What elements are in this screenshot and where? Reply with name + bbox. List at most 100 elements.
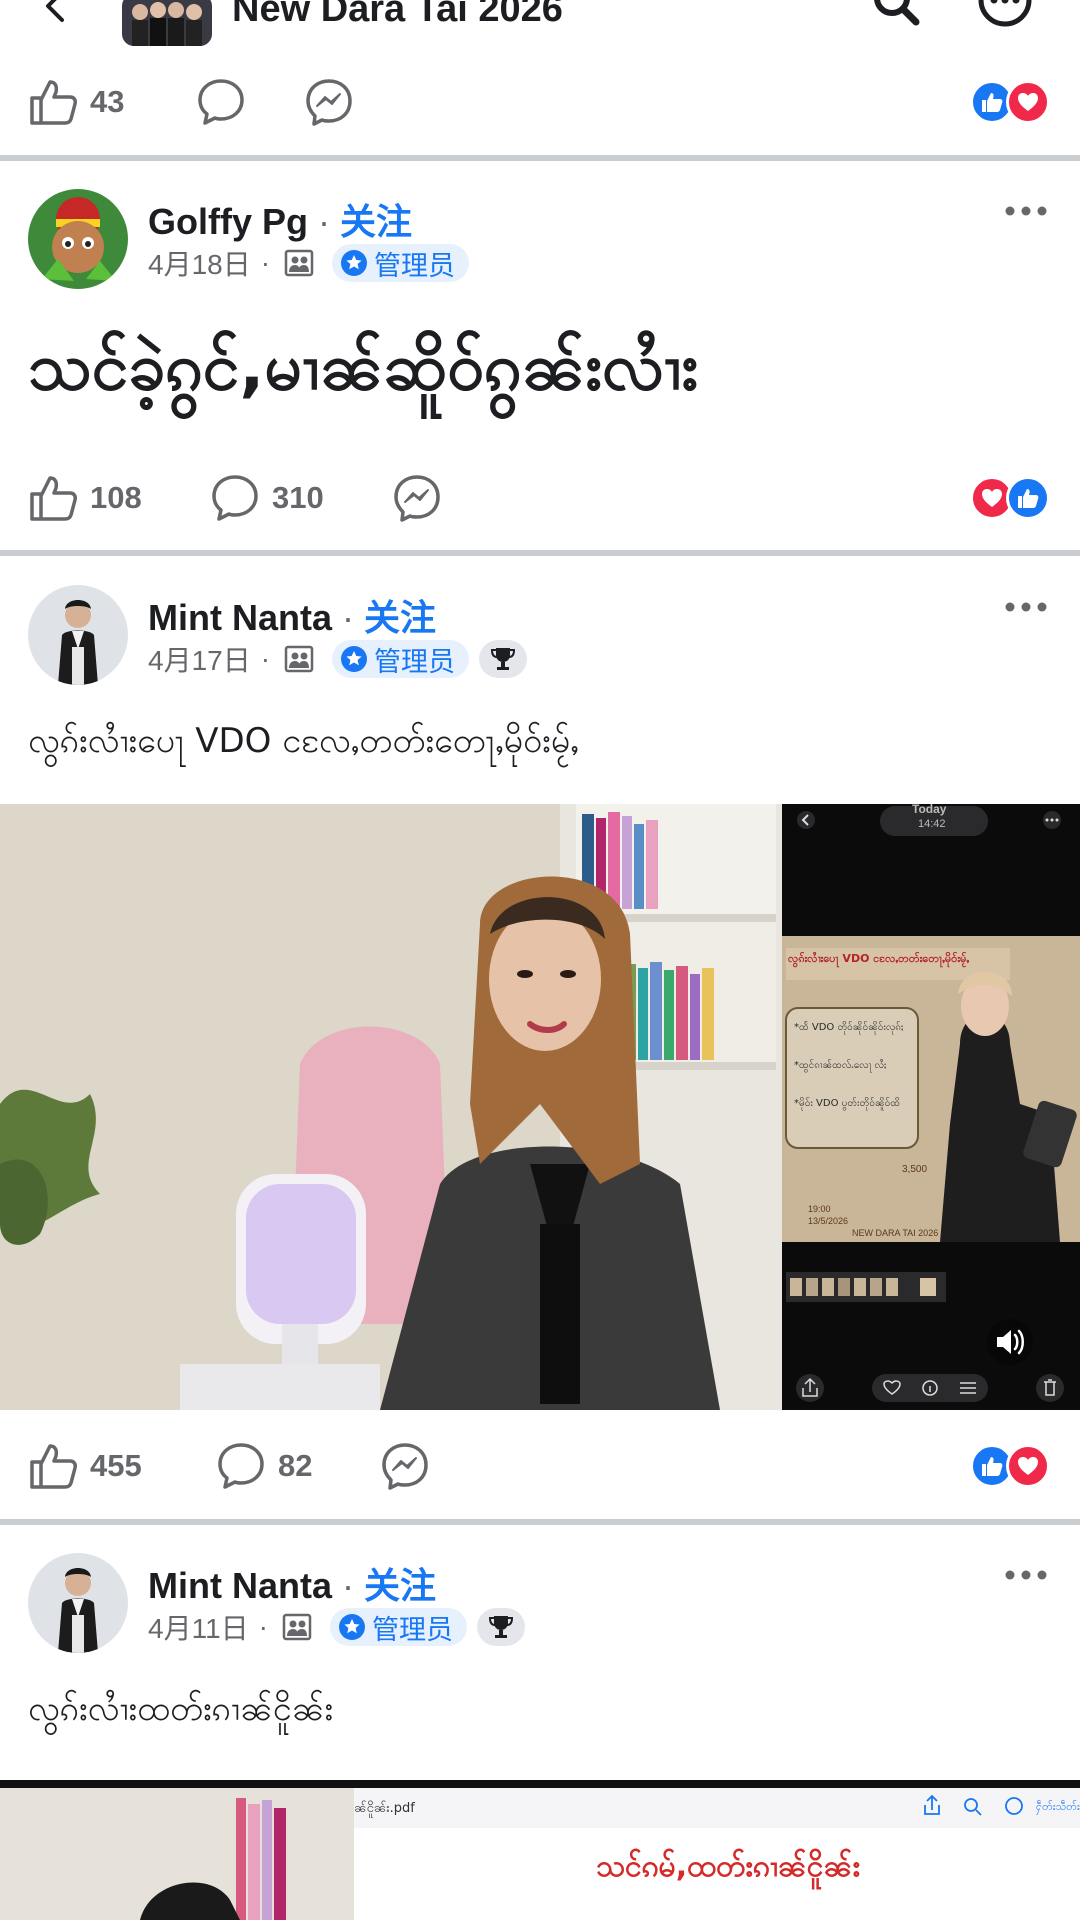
post-divider <box>0 155 1080 161</box>
follow-link[interactable]: 关注 <box>364 1565 436 1606</box>
like-button[interactable]: 43 <box>28 62 124 142</box>
top-contributor-badge[interactable] <box>479 640 528 678</box>
post-date[interactable]: 4月17日 <box>148 639 251 679</box>
top-bar: New Dara Tai 2026 <box>0 0 1080 50</box>
post-actions: 108 310 <box>0 458 1080 538</box>
poster-date: 13/5/2026 <box>808 1216 849 1226</box>
post-divider <box>0 1519 1080 1525</box>
phone-header: Today <box>912 804 947 816</box>
post-options-icon[interactable] <box>1004 1565 1048 1585</box>
author-line: Mint Nanta · 关注 <box>148 589 436 641</box>
post-header: Mint Nanta · 关注 4月11日 · 管理员 <box>0 1553 1080 1663</box>
top-contributor-badge[interactable] <box>476 1608 525 1646</box>
admin-badge[interactable]: 管理员 <box>332 640 470 678</box>
admin-star-icon <box>341 250 368 276</box>
post-text: သင်ခဲ့ၵွင်,မၢၼ်ဆိူဝ်ၵွၼ်းလၢႆး <box>28 328 699 405</box>
like-reaction-icon <box>1006 476 1050 520</box>
post-date[interactable]: 4月11日 <box>148 1607 249 1647</box>
phone-back-icon <box>797 811 815 829</box>
comment-button[interactable]: 310 <box>210 458 324 538</box>
doc-filename: ၼ်ငိူၼ်း.pdf <box>354 1801 415 1816</box>
volume-icon[interactable] <box>986 1318 1034 1366</box>
messenger-icon <box>306 79 352 126</box>
love-reaction-icon <box>1006 1444 1050 1488</box>
poster-line: *ထွင်ၵၢၼ်ထလ်ႉလေႃ လႆႈ <box>794 1060 887 1071</box>
author-name[interactable]: Mint Nanta <box>148 1565 332 1606</box>
post-text: လွၵ်းလၢႆးထတ်းၵၢၼ်ငိူၼ်း <box>28 1689 334 1729</box>
avatar[interactable] <box>28 585 128 685</box>
post-meta: 4月18日 · 管理员 <box>148 243 470 283</box>
post-meta: 4月11日 · 管理员 <box>148 1607 525 1647</box>
post-options-icon[interactable] <box>1004 597 1048 617</box>
meta-separator: · <box>260 643 271 674</box>
post-date[interactable]: 4月18日 <box>148 243 251 283</box>
doc-title: သင်ၵမ်,ထတ်းၵၢၼ်ငိူၼ်း <box>596 1849 861 1884</box>
comment-button[interactable] <box>196 62 246 142</box>
poster-line: *မိုဝ်း VDO ပွတ်းတိုဝ်ၼိူဝ်ထိ <box>794 1098 900 1109</box>
post-options-icon[interactable] <box>1004 201 1048 221</box>
post-video[interactable]: Today 14:42 လွၵ်းလၢႆးပေႃ VDO ငလႄႇတတ်းတေႃ… <box>0 804 1080 1410</box>
admin-star-icon <box>338 1614 365 1640</box>
like-button[interactable]: 455 <box>28 1426 142 1506</box>
admin-badge-label: 管理员 <box>371 1614 453 1645</box>
post-header: Mint Nanta · 关注 4月17日 · 管理员 <box>0 585 1080 695</box>
share-messenger-button[interactable] <box>380 1426 430 1506</box>
post-meta: 4月17日 · 管理员 <box>148 639 528 679</box>
like-icon <box>30 80 77 125</box>
reactions-summary[interactable] <box>970 476 1050 520</box>
group-audience-icon <box>282 1613 312 1641</box>
post-actions: 455 82 <box>0 1426 1080 1506</box>
group-audience-icon <box>284 249 314 277</box>
video-frame <box>0 1780 1080 1920</box>
avatar[interactable] <box>28 1553 128 1653</box>
like-icon <box>30 476 77 521</box>
phone-more-icon <box>1043 811 1061 829</box>
admin-badge[interactable]: 管理员 <box>329 1608 467 1646</box>
comment-count: 310 <box>272 480 324 515</box>
like-count: 43 <box>90 84 125 119</box>
poster-price: 3,500 <box>902 1164 928 1175</box>
doc-done-button[interactable]: ႁဵတ်းသဵတ်း <box>1036 1800 1080 1816</box>
trophy-icon <box>488 1616 513 1638</box>
back-arrow-icon[interactable] <box>38 0 74 24</box>
author-name[interactable]: Golffy Pg <box>148 201 308 242</box>
poster-date: 19:00 <box>808 1204 831 1214</box>
admin-badge[interactable]: 管理员 <box>332 244 470 282</box>
poster-line: *ထႅ VDO တိုဝ်ၼိုဝ်ၼိုဝ်းလုၵ်ႈ <box>794 1022 904 1033</box>
poster-title: လွၵ်းလၢႆးပေႃ VDO ငလႄႇတတ်းတေႃႇမိုဝ်းမႂ်ႇ <box>788 952 970 965</box>
group-avatar[interactable] <box>122 0 212 46</box>
post-header: Golffy Pg · 关注 4月18日 · 管理员 <box>0 189 1080 299</box>
messenger-icon <box>382 1443 428 1490</box>
follow-link[interactable]: 关注 <box>364 597 436 638</box>
group-title[interactable]: New Dara Tai 2026 <box>232 0 563 31</box>
trophy-icon <box>491 648 516 670</box>
post-video[interactable]: ၼ်ငိူၼ်း.pdf ႁဵတ်းသဵတ်း သင်ၵမ်,ထတ်းၵၢၼ်င… <box>0 1780 1080 1920</box>
admin-badge-label: 管理员 <box>374 646 456 677</box>
comment-button[interactable]: 82 <box>216 1426 312 1506</box>
reactions-summary[interactable] <box>970 1444 1050 1488</box>
comment-icon <box>218 1443 264 1489</box>
follow-link[interactable]: 关注 <box>340 201 412 242</box>
search-icon[interactable] <box>870 0 922 30</box>
admin-star-icon <box>341 646 368 672</box>
more-options-icon[interactable] <box>976 0 1034 34</box>
share-messenger-button[interactable] <box>392 458 442 538</box>
phone-time: 14:42 <box>918 818 946 830</box>
share-messenger-button[interactable] <box>304 62 354 142</box>
like-button[interactable]: 108 <box>28 458 142 538</box>
separator: · <box>342 597 355 638</box>
admin-badge-label: 管理员 <box>374 250 456 281</box>
phone-toolbar <box>796 1374 1064 1402</box>
like-icon <box>30 1444 77 1489</box>
author-line: Mint Nanta · 关注 <box>148 1557 436 1609</box>
author-line: Golffy Pg · 关注 <box>148 193 412 245</box>
avatar[interactable] <box>28 189 128 289</box>
reactions-summary[interactable] <box>970 80 1050 124</box>
like-count: 455 <box>90 1448 142 1483</box>
author-name[interactable]: Mint Nanta <box>148 597 332 638</box>
post-text: လွၵ်းလၢႆးပေႃ VDO ငလႄႇတတ်းတေႃႇမိုဝ်းမႂ်ႇ <box>28 721 579 761</box>
meta-separator: · <box>258 1611 268 1642</box>
comment-icon <box>198 79 244 125</box>
like-count: 108 <box>90 480 142 515</box>
poster-footer: NEW DARA TAI 2026 <box>852 1228 939 1238</box>
